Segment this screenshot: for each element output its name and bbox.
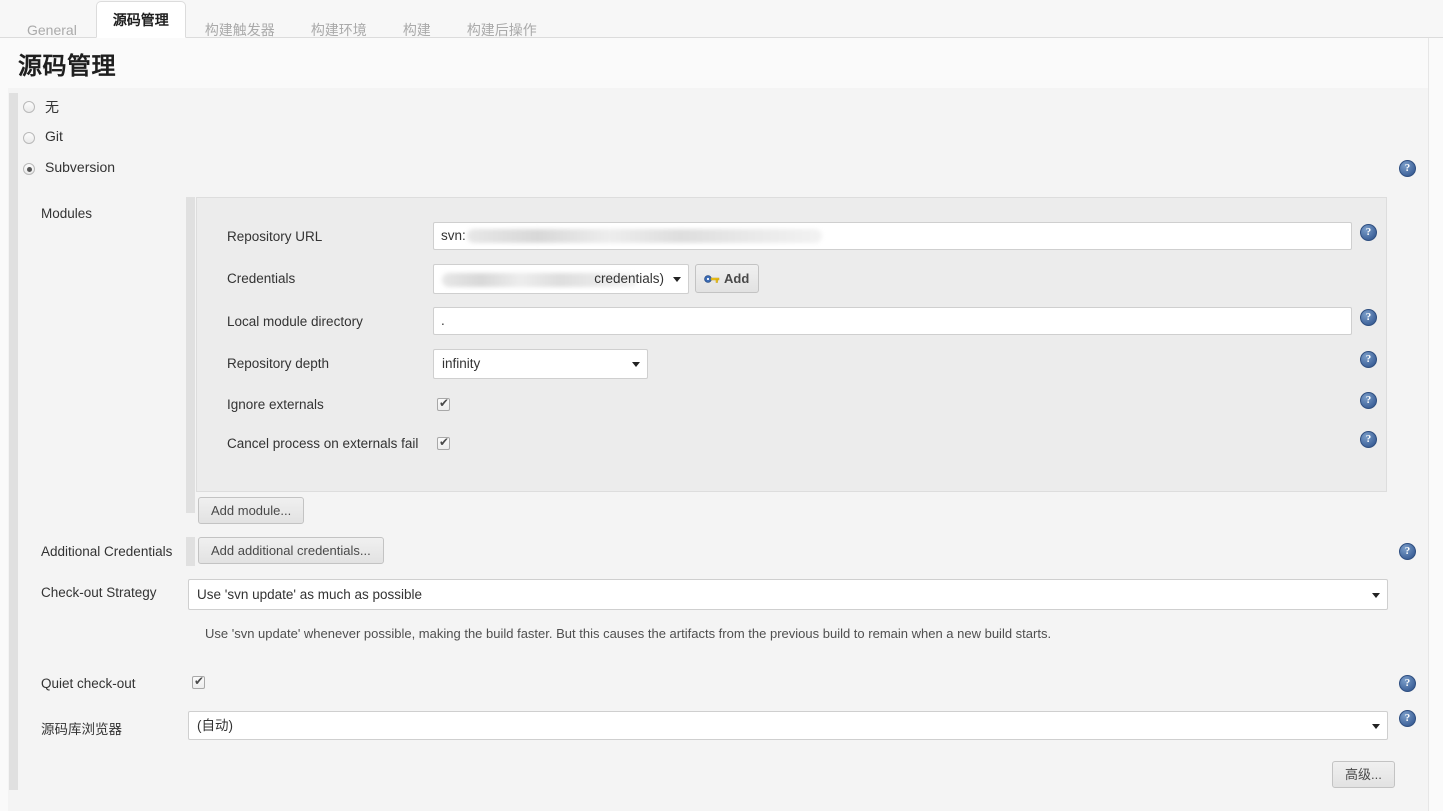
- chevron-down-icon-checkout-strategy: [1372, 592, 1380, 598]
- scm-option-subversion-label: Subversion: [45, 159, 116, 175]
- add-credentials-button[interactable]: Add: [695, 264, 759, 293]
- chevron-down-icon-repository-depth: [632, 362, 640, 367]
- repository-browser-select[interactable]: (自动): [188, 711, 1388, 740]
- repository-depth-select[interactable]: infinity: [433, 349, 648, 379]
- scm-option-git-label: Git: [45, 128, 63, 144]
- chevron-down-icon-credentials: [673, 277, 681, 282]
- cancel-externals-fail-checkbox[interactable]: [437, 435, 450, 450]
- repository-depth-value: infinity: [442, 356, 481, 371]
- form-group-indicator-bar: [9, 93, 18, 790]
- checkout-strategy-description: Use 'svn update' whenever possible, maki…: [205, 626, 1052, 641]
- help-icon-subversion[interactable]: ?: [1399, 160, 1416, 177]
- credentials-label: Credentials: [227, 271, 296, 286]
- additional-credentials-indicator-bar: [186, 537, 195, 566]
- ignore-externals-checkbox[interactable]: [437, 396, 450, 411]
- radio-none[interactable]: [23, 101, 35, 113]
- key-icon: [704, 275, 720, 283]
- tab-list: General 源码管理 构建触发器 构建环境 构建 构建后操作: [0, 0, 556, 38]
- page-title: 源码管理: [18, 53, 116, 80]
- help-icon-repository-url[interactable]: ?: [1360, 224, 1377, 241]
- repository-browser-value: (自动): [197, 718, 233, 733]
- repository-browser-label: 源码库浏览器: [41, 722, 122, 737]
- add-additional-credentials-button[interactable]: Add additional credentials...: [198, 537, 384, 564]
- radio-subversion[interactable]: [23, 163, 35, 175]
- credentials-select[interactable]: credentials): [433, 264, 689, 294]
- tab-post-build-actions[interactable]: 构建后操作: [450, 11, 554, 38]
- help-icon-additional-credentials[interactable]: ?: [1399, 543, 1416, 560]
- help-icon-repository-depth[interactable]: ?: [1360, 351, 1377, 368]
- config-tab-bar: General 源码管理 构建触发器 构建环境 构建 构建后操作: [0, 0, 1443, 38]
- jenkins-job-config-page: General 源码管理 构建触发器 构建环境 构建 构建后操作 源码管理 无 …: [0, 0, 1443, 811]
- checkout-strategy-value: Use 'svn update' as much as possible: [197, 587, 423, 602]
- modules-group-indicator-bar: [186, 197, 195, 513]
- chevron-down-icon-repository-browser: [1372, 723, 1380, 729]
- local-module-directory-label: Local module directory: [227, 314, 363, 329]
- tab-build-triggers[interactable]: 构建触发器: [188, 11, 292, 38]
- add-credentials-button-label: Add: [724, 271, 750, 286]
- repository-url-redacted: [466, 229, 822, 244]
- quiet-checkout-label: Quiet check-out: [41, 676, 136, 691]
- checkout-strategy-label: Check-out Strategy: [41, 585, 157, 600]
- scm-option-none-label: 无: [45, 99, 59, 115]
- cancel-externals-fail-label: Cancel process on externals fail: [227, 436, 419, 451]
- advanced-button[interactable]: 高级...: [1332, 761, 1395, 788]
- additional-credentials-label: Additional Credentials: [41, 544, 173, 559]
- help-icon-local-module-directory[interactable]: ?: [1360, 309, 1377, 326]
- credentials-value-suffix: credentials): [594, 271, 664, 286]
- local-module-directory-input[interactable]: .: [433, 307, 1352, 335]
- help-icon-cancel-externals-fail[interactable]: ?: [1360, 431, 1377, 448]
- help-icon-repository-browser[interactable]: ?: [1399, 710, 1416, 727]
- tab-source-code-management[interactable]: 源码管理: [95, 1, 186, 38]
- radio-git[interactable]: [23, 132, 35, 144]
- repository-url-input[interactable]: svn:: [433, 222, 1352, 250]
- checkout-strategy-select[interactable]: Use 'svn update' as much as possible: [188, 579, 1388, 610]
- ignore-externals-label: Ignore externals: [227, 397, 324, 412]
- repository-url-value: svn:: [441, 228, 466, 243]
- repository-depth-label: Repository depth: [227, 356, 330, 371]
- repository-url-label: Repository URL: [227, 229, 323, 244]
- right-gutter: [1428, 38, 1443, 811]
- help-icon-quiet-checkout[interactable]: ?: [1399, 675, 1416, 692]
- tab-build[interactable]: 构建: [386, 11, 448, 38]
- modules-section-label: Modules: [41, 206, 93, 221]
- help-icon-ignore-externals[interactable]: ?: [1360, 392, 1377, 409]
- quiet-checkout-checkbox[interactable]: [192, 674, 205, 689]
- add-module-button[interactable]: Add module...: [198, 497, 305, 524]
- tab-build-environment[interactable]: 构建环境: [294, 11, 384, 38]
- tab-general[interactable]: General: [10, 11, 94, 38]
